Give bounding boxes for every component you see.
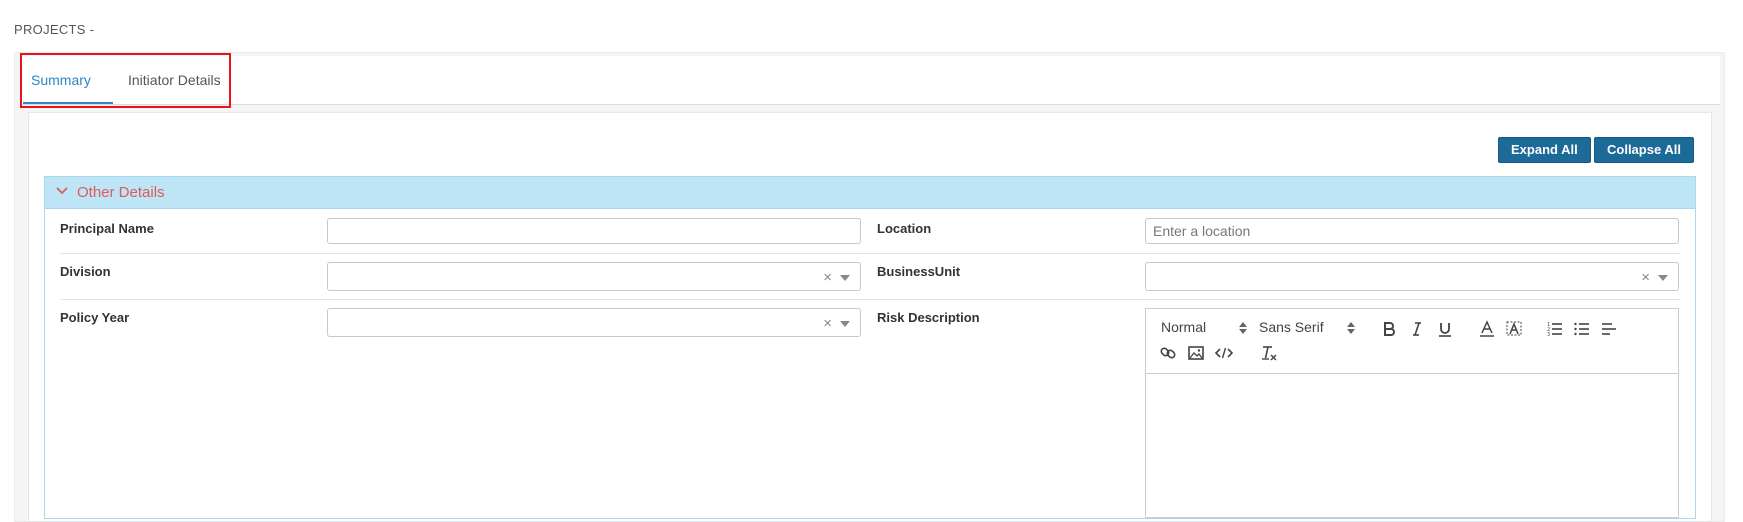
business-unit-label: BusinessUnit [877, 264, 961, 279]
dropdown-arrow-icon[interactable] [1658, 275, 1668, 281]
updown-icon [1239, 322, 1247, 334]
row-divider [60, 253, 1680, 254]
risk-description-label: Risk Description [877, 310, 980, 325]
image-icon[interactable] [1186, 343, 1206, 363]
text-color-icon[interactable] [1477, 319, 1497, 339]
bold-icon[interactable] [1379, 319, 1399, 339]
editor-toolbar: Normal Sans Serif 123 [1146, 309, 1678, 374]
collapse-all-button[interactable]: Collapse All [1594, 137, 1694, 163]
expand-all-button[interactable]: Expand All [1498, 137, 1591, 163]
other-details-header[interactable]: Other Details [44, 176, 1696, 209]
row-divider [60, 299, 1680, 300]
clear-icon[interactable]: × [823, 315, 832, 332]
code-icon[interactable] [1214, 343, 1234, 363]
editor-content[interactable] [1146, 375, 1678, 517]
tab-bar: Summary Initiator Details [20, 56, 1720, 105]
link-icon[interactable] [1158, 343, 1178, 363]
clear-format-icon[interactable] [1259, 343, 1279, 363]
font-picker[interactable]: Sans Serif [1259, 319, 1324, 335]
page-title: PROJECTS - [14, 22, 95, 37]
business-unit-select[interactable]: × [1145, 262, 1679, 291]
policy-year-select[interactable]: × [327, 308, 861, 337]
division-select[interactable]: × [327, 262, 861, 291]
underline-icon[interactable] [1435, 319, 1455, 339]
tabs-highlight-box [20, 53, 231, 108]
align-icon[interactable] [1599, 319, 1619, 339]
section-title: Other Details [77, 184, 165, 201]
svg-text:3: 3 [1547, 332, 1550, 338]
risk-description-editor: Normal Sans Serif 123 [1145, 308, 1679, 518]
clear-icon[interactable]: × [1641, 269, 1650, 286]
italic-icon[interactable] [1407, 319, 1427, 339]
division-label: Division [60, 264, 111, 279]
chevron-down-icon [56, 187, 68, 195]
dropdown-arrow-icon[interactable] [840, 321, 850, 327]
header-picker[interactable]: Normal [1161, 319, 1206, 335]
ordered-list-icon[interactable]: 123 [1545, 319, 1565, 339]
principal-name-label: Principal Name [60, 221, 154, 236]
background-color-icon[interactable] [1504, 319, 1524, 339]
location-label: Location [877, 221, 932, 236]
clear-icon[interactable]: × [823, 269, 832, 286]
principal-name-input[interactable] [327, 218, 861, 244]
dropdown-arrow-icon[interactable] [840, 275, 850, 281]
location-input[interactable] [1145, 218, 1679, 244]
policy-year-label: Policy Year [60, 310, 130, 325]
updown-icon [1347, 322, 1355, 334]
bullet-list-icon[interactable] [1572, 319, 1592, 339]
